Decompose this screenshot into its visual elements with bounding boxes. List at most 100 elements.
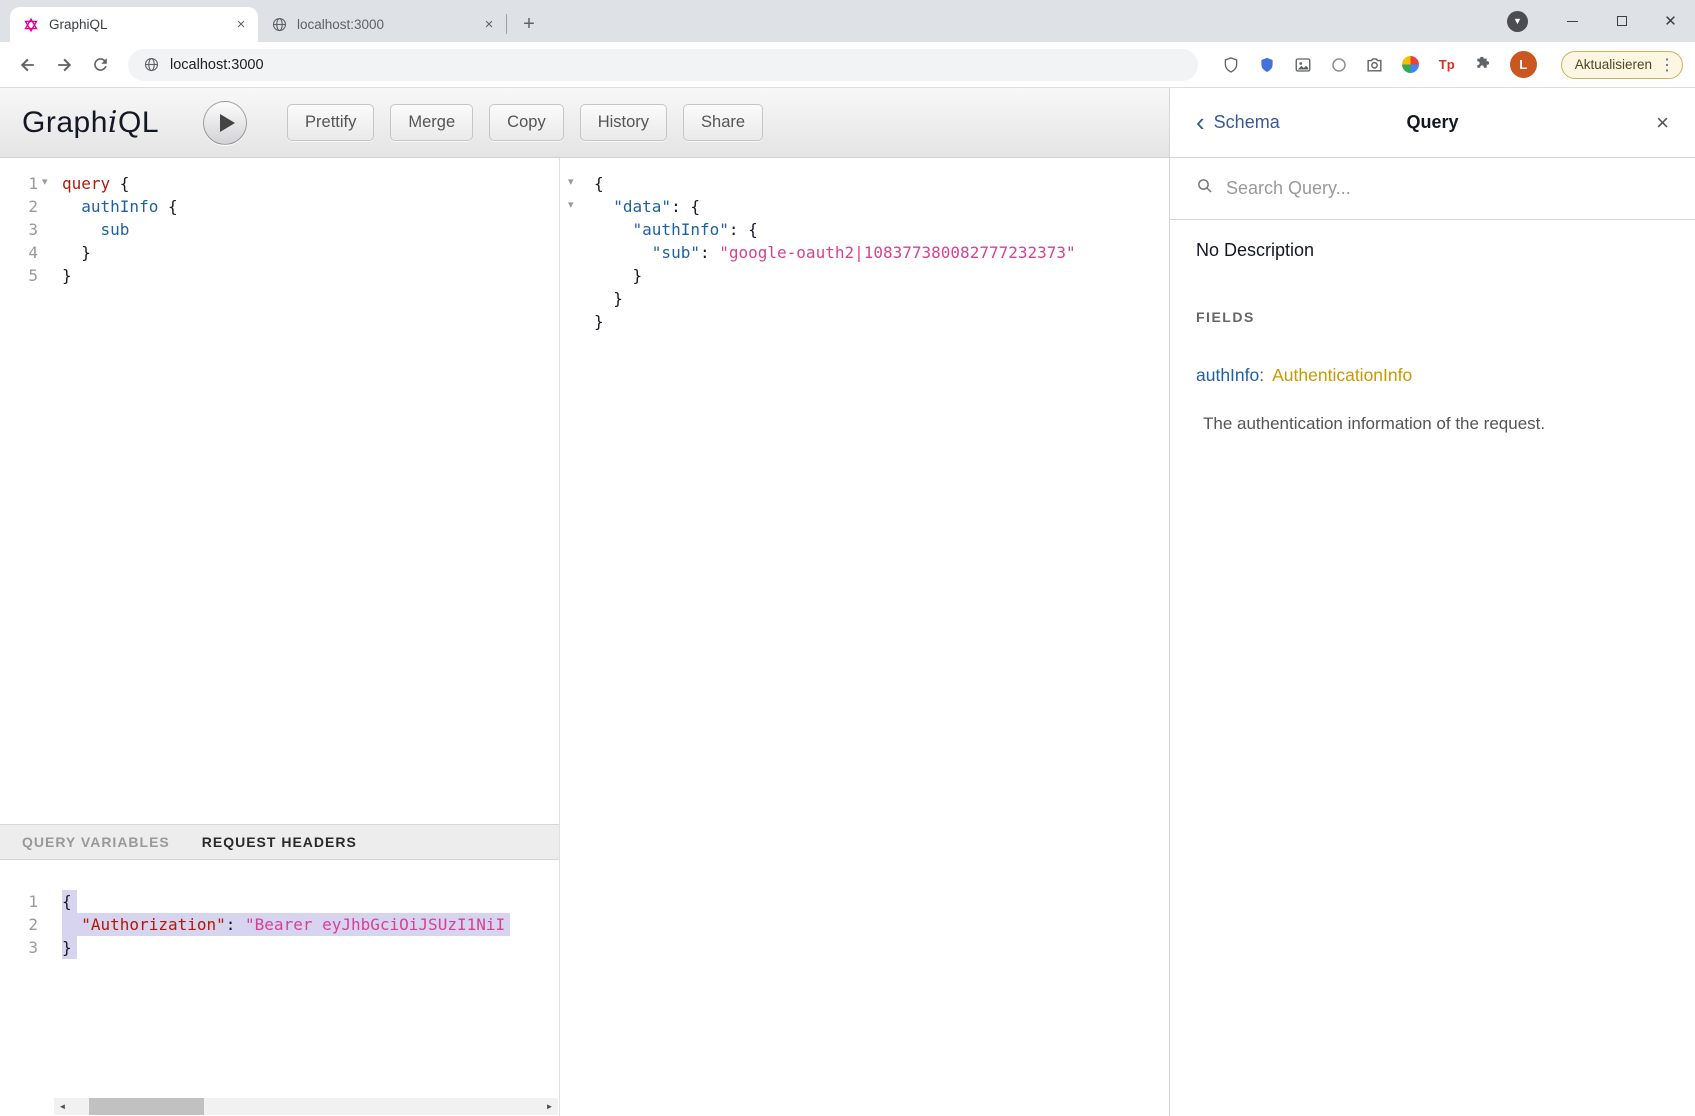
tab-localhost[interactable]: localhost:3000 × bbox=[258, 7, 506, 42]
doc-explorer-header: Query ‹ Schema × bbox=[1170, 88, 1695, 158]
line-number: 3 bbox=[0, 936, 38, 959]
pinwheel-glyph bbox=[1402, 56, 1419, 73]
shield-icon[interactable] bbox=[1220, 54, 1242, 76]
extensions-puzzle-icon[interactable] bbox=[1472, 54, 1494, 76]
code-line[interactable]: "sub": "google-oauth2|108377380082777232… bbox=[594, 241, 1169, 264]
maximize-button[interactable] bbox=[1597, 0, 1646, 42]
browser-window: GraphiQL × localhost:3000 × + ▼ ✕ bbox=[0, 0, 1695, 1116]
field-type-link[interactable]: AuthenticationInfo bbox=[1272, 365, 1412, 385]
fold-arrow-icon[interactable]: ▾ bbox=[568, 200, 574, 211]
tab-strip: GraphiQL × localhost:3000 × + ▼ ✕ bbox=[0, 0, 1695, 42]
horizontal-scrollbar[interactable]: ◄ ► bbox=[54, 1098, 558, 1115]
scroll-right-icon[interactable]: ► bbox=[541, 1098, 558, 1115]
field-row: authInfo: AuthenticationInfo bbox=[1196, 365, 1669, 386]
doc-back-link[interactable]: ‹ Schema bbox=[1196, 112, 1280, 133]
doc-close-button[interactable]: × bbox=[1656, 112, 1669, 134]
blue-shield-icon[interactable] bbox=[1256, 54, 1278, 76]
line-number: 3 bbox=[0, 218, 38, 241]
result-pane: ▾ ▾ { "data": { "authInfo": { "sub": "go… bbox=[560, 158, 1169, 1116]
merge-button[interactable]: Merge bbox=[390, 104, 473, 141]
code-line[interactable]: } bbox=[594, 264, 1169, 287]
fold-arrow-icon[interactable]: ▾ bbox=[42, 177, 48, 188]
forward-button[interactable] bbox=[48, 49, 80, 81]
tab-query-variables[interactable]: QUERY VARIABLES bbox=[22, 834, 170, 850]
update-label: Aktualisieren bbox=[1575, 57, 1652, 72]
code-line[interactable]: } bbox=[594, 287, 1169, 310]
browser-toolbar: localhost:3000 Tp L bbox=[0, 42, 1695, 88]
tab-separator bbox=[506, 14, 507, 34]
prettify-button[interactable]: Prettify bbox=[287, 104, 374, 141]
tab-request-headers[interactable]: REQUEST HEADERS bbox=[202, 834, 357, 850]
pinwheel-icon[interactable] bbox=[1400, 54, 1422, 76]
photo-icon[interactable] bbox=[1292, 54, 1314, 76]
code-line[interactable]: "Authorization": "Bearer eyJhbGciOiJSUzI… bbox=[62, 913, 559, 936]
tab-graphiql[interactable]: GraphiQL × bbox=[10, 7, 258, 42]
execute-query-button[interactable] bbox=[203, 101, 247, 145]
code-line[interactable]: "authInfo": { bbox=[594, 218, 1169, 241]
secondary-editor-tabs: QUERY VARIABLES REQUEST HEADERS bbox=[0, 824, 559, 860]
history-button[interactable]: History bbox=[580, 104, 667, 141]
code-line[interactable]: { bbox=[594, 172, 1169, 195]
tab-search-button[interactable]: ▼ bbox=[1507, 11, 1528, 32]
graphql-logo-icon bbox=[22, 16, 40, 34]
play-icon bbox=[220, 114, 235, 132]
result-fold-gutter: ▾ ▾ bbox=[560, 158, 586, 1116]
field-name-link[interactable]: authInfo bbox=[1196, 365, 1259, 385]
update-chrome-button[interactable]: Aktualisieren ⋮ bbox=[1561, 51, 1683, 79]
scroll-left-icon[interactable]: ◄ bbox=[54, 1098, 71, 1115]
code-line[interactable]: } bbox=[62, 264, 559, 287]
query-editor[interactable]: 12345 query { authInfo { sub }} ▾ bbox=[0, 158, 559, 824]
headers-editor-code[interactable]: { "Authorization": "Bearer eyJhbGciOiJSU… bbox=[54, 860, 559, 1116]
circle-icon[interactable] bbox=[1328, 54, 1350, 76]
doc-search-row bbox=[1170, 158, 1695, 220]
globe-icon bbox=[270, 16, 288, 34]
close-button[interactable]: ✕ bbox=[1646, 0, 1695, 42]
graphiql-topbar: GraphiQL Prettify Merge Copy History Sha… bbox=[0, 88, 1169, 158]
code-line[interactable]: { bbox=[62, 890, 559, 913]
fold-arrow-icon[interactable]: ▾ bbox=[568, 177, 574, 188]
new-tab-button[interactable]: + bbox=[515, 10, 543, 38]
minimize-button[interactable] bbox=[1548, 0, 1597, 42]
code-line[interactable]: } bbox=[62, 936, 559, 959]
address-bar[interactable]: localhost:3000 bbox=[128, 49, 1198, 81]
graphiql-logo: GraphiQL bbox=[22, 105, 159, 140]
site-info-icon[interactable] bbox=[142, 56, 160, 74]
profile-avatar[interactable]: L bbox=[1510, 51, 1537, 78]
code-line[interactable]: "data": { bbox=[594, 195, 1169, 218]
tp-icon[interactable]: Tp bbox=[1436, 54, 1458, 76]
line-number: 1 bbox=[0, 172, 38, 195]
code-line[interactable]: } bbox=[594, 310, 1169, 333]
scrollbar-track[interactable] bbox=[71, 1098, 541, 1115]
scrollbar-thumb[interactable] bbox=[89, 1098, 204, 1115]
request-headers-editor[interactable]: 123 { "Authorization": "Bearer eyJhbGciO… bbox=[0, 860, 559, 1116]
doc-search-input[interactable] bbox=[1226, 178, 1669, 199]
line-number: 2 bbox=[0, 195, 38, 218]
code-line[interactable]: } bbox=[62, 241, 559, 264]
kebab-menu-icon[interactable]: ⋮ bbox=[1659, 55, 1675, 75]
code-line[interactable]: sub bbox=[62, 218, 559, 241]
line-number: 5 bbox=[0, 264, 38, 287]
field-colon: : bbox=[1259, 365, 1264, 385]
code-line[interactable]: authInfo { bbox=[62, 195, 559, 218]
extension-icons: Tp L bbox=[1210, 51, 1547, 78]
share-button[interactable]: Share bbox=[683, 104, 763, 141]
doc-back-label: Schema bbox=[1214, 112, 1280, 133]
graphiql-app: GraphiQL Prettify Merge Copy History Sha… bbox=[0, 88, 1695, 1116]
tab-close-icon[interactable]: × bbox=[232, 16, 250, 34]
chevron-left-icon: ‹ bbox=[1196, 112, 1205, 133]
reload-button[interactable] bbox=[84, 49, 116, 81]
tab-title: GraphiQL bbox=[49, 17, 223, 32]
code-line[interactable]: query { bbox=[62, 172, 559, 195]
fields-section-header: FIELDS bbox=[1196, 309, 1669, 325]
url-text[interactable]: localhost:3000 bbox=[170, 57, 264, 73]
back-button[interactable] bbox=[12, 49, 44, 81]
minimize-icon bbox=[1567, 21, 1578, 22]
query-editor-code[interactable]: query { authInfo { sub }} bbox=[54, 158, 559, 824]
camera-icon[interactable] bbox=[1364, 54, 1386, 76]
tab-close-icon[interactable]: × bbox=[480, 16, 498, 34]
copy-button[interactable]: Copy bbox=[489, 104, 564, 141]
doc-explorer-panel: Query ‹ Schema × No Description FIELDS a… bbox=[1169, 88, 1695, 1116]
field-description: The authentication information of the re… bbox=[1203, 414, 1669, 434]
result-viewer-code[interactable]: { "data": { "authInfo": { "sub": "google… bbox=[586, 158, 1169, 1116]
tab-title: localhost:3000 bbox=[297, 17, 471, 32]
